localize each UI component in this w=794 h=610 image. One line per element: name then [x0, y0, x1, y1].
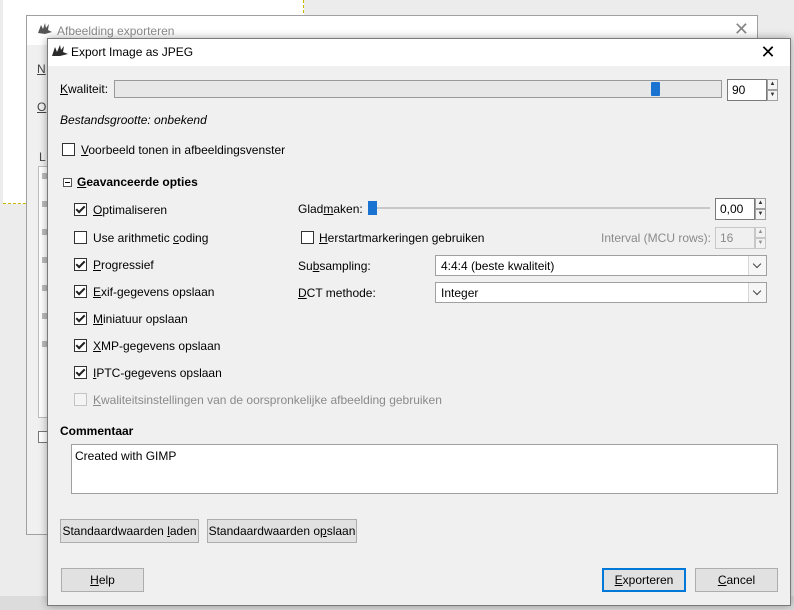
- progressive-label[interactable]: Progressief: [93, 258, 154, 272]
- restart-markers-label[interactable]: Herstartmarkeringen gebruiken: [319, 231, 484, 245]
- background-fragment-list: L: [39, 150, 46, 164]
- background-close-icon: ✕: [733, 19, 749, 39]
- smoothing-label: Gladmaken:: [298, 202, 363, 216]
- file-size-label: Bestandsgrootte: onbekend: [60, 113, 207, 127]
- quality-value: 90: [732, 83, 746, 97]
- restart-markers-checkbox[interactable]: [301, 231, 314, 244]
- arithmetic-coding-label[interactable]: Use arithmetic coding: [93, 231, 208, 245]
- smoothing-value: 0,00: [720, 202, 744, 216]
- load-defaults-button[interactable]: Standaardwaarden laden: [60, 519, 199, 543]
- background-fragment-other: O: [37, 100, 47, 114]
- comment-heading: Commentaar: [60, 424, 134, 438]
- original-quality-label: Kwaliteitsinstellingen van de oorspronke…: [93, 393, 442, 407]
- background-dialog-title: Afbeelding exporteren: [57, 24, 175, 38]
- xmp-label[interactable]: XMP-gegevens opslaan: [93, 339, 220, 353]
- dct-method-select[interactable]: Integer: [435, 282, 767, 303]
- quality-slider-thumb[interactable]: [651, 82, 660, 96]
- close-icon[interactable]: ✕: [746, 39, 790, 66]
- titlebar: Export Image as JPEG ✕: [48, 39, 790, 66]
- chevron-down-icon[interactable]: [748, 256, 766, 275]
- preview-checkbox[interactable]: [62, 143, 75, 156]
- iptc-checkbox[interactable]: [74, 366, 87, 379]
- chevron-down-icon[interactable]: [748, 283, 766, 302]
- background-fragment-name: N: [37, 62, 46, 76]
- exif-checkbox[interactable]: [74, 285, 87, 298]
- window-title: Export Image as JPEG: [71, 45, 194, 59]
- interval-spin-arrows: ▲ ▼: [755, 227, 766, 249]
- smoothing-spinbox[interactable]: 0,00: [715, 198, 755, 220]
- spin-up-icon[interactable]: ▲: [755, 198, 766, 209]
- comment-text: Created with GIMP: [75, 449, 177, 463]
- cancel-button[interactable]: Cancel: [695, 568, 778, 592]
- preview-label[interactable]: Voorbeeld tonen in afbeeldingsvenster: [81, 143, 285, 157]
- subsampling-value: 4:4:4 (beste kwaliteit): [441, 259, 555, 273]
- dct-method-label: DCT methode:: [298, 286, 376, 300]
- quality-label: Kwaliteit:: [60, 82, 109, 96]
- interval-label: Interval (MCU rows):: [601, 231, 712, 245]
- exif-label[interactable]: Exif-gegevens opslaan: [93, 285, 214, 299]
- spin-up-icon: ▲: [755, 227, 766, 238]
- quality-spinbox[interactable]: 90: [727, 79, 767, 101]
- xmp-checkbox[interactable]: [74, 339, 87, 352]
- subsampling-label: Subsampling:: [298, 259, 371, 273]
- spin-down-icon[interactable]: ▼: [767, 90, 778, 101]
- thumbnail-checkbox[interactable]: [74, 312, 87, 325]
- original-quality-checkbox: [74, 393, 87, 406]
- optimize-label[interactable]: Optimaliseren: [93, 203, 167, 217]
- smoothing-slider[interactable]: [368, 200, 710, 216]
- arithmetic-coding-checkbox[interactable]: [74, 231, 87, 244]
- optimize-checkbox[interactable]: [74, 203, 87, 216]
- smoothing-slider-thumb[interactable]: [368, 201, 377, 215]
- quality-slider[interactable]: [114, 80, 722, 98]
- thumbnail-label[interactable]: Miniatuur opslaan: [93, 312, 188, 326]
- help-button[interactable]: Help: [61, 568, 144, 592]
- advanced-options-heading[interactable]: Geavanceerde opties: [77, 175, 198, 189]
- save-defaults-button[interactable]: Standaardwaarden opslaan: [207, 519, 357, 543]
- collapse-icon[interactable]: [63, 178, 72, 187]
- smoothing-spin-arrows[interactable]: ▲ ▼: [755, 198, 766, 220]
- quality-spin-arrows[interactable]: ▲ ▼: [767, 79, 778, 101]
- spin-up-icon[interactable]: ▲: [767, 79, 778, 90]
- comment-textarea[interactable]: Created with GIMP: [71, 444, 778, 494]
- dct-method-value: Integer: [441, 286, 479, 300]
- export-button[interactable]: Exporteren: [602, 568, 686, 592]
- interval-value: 16: [720, 231, 734, 245]
- progressive-checkbox[interactable]: [74, 258, 87, 271]
- spin-down-icon: ▼: [755, 238, 766, 249]
- gimp-icon: [37, 22, 53, 39]
- gimp-icon: [51, 44, 69, 61]
- subsampling-select[interactable]: 4:4:4 (beste kwaliteit): [435, 255, 767, 276]
- iptc-label[interactable]: IPTC-gegevens opslaan: [93, 366, 222, 380]
- spin-down-icon[interactable]: ▼: [755, 209, 766, 220]
- export-jpeg-dialog: Export Image as JPEG ✕ Kwaliteit: 90 ▲ ▼ …: [47, 38, 791, 606]
- interval-spinbox: 16: [715, 227, 755, 249]
